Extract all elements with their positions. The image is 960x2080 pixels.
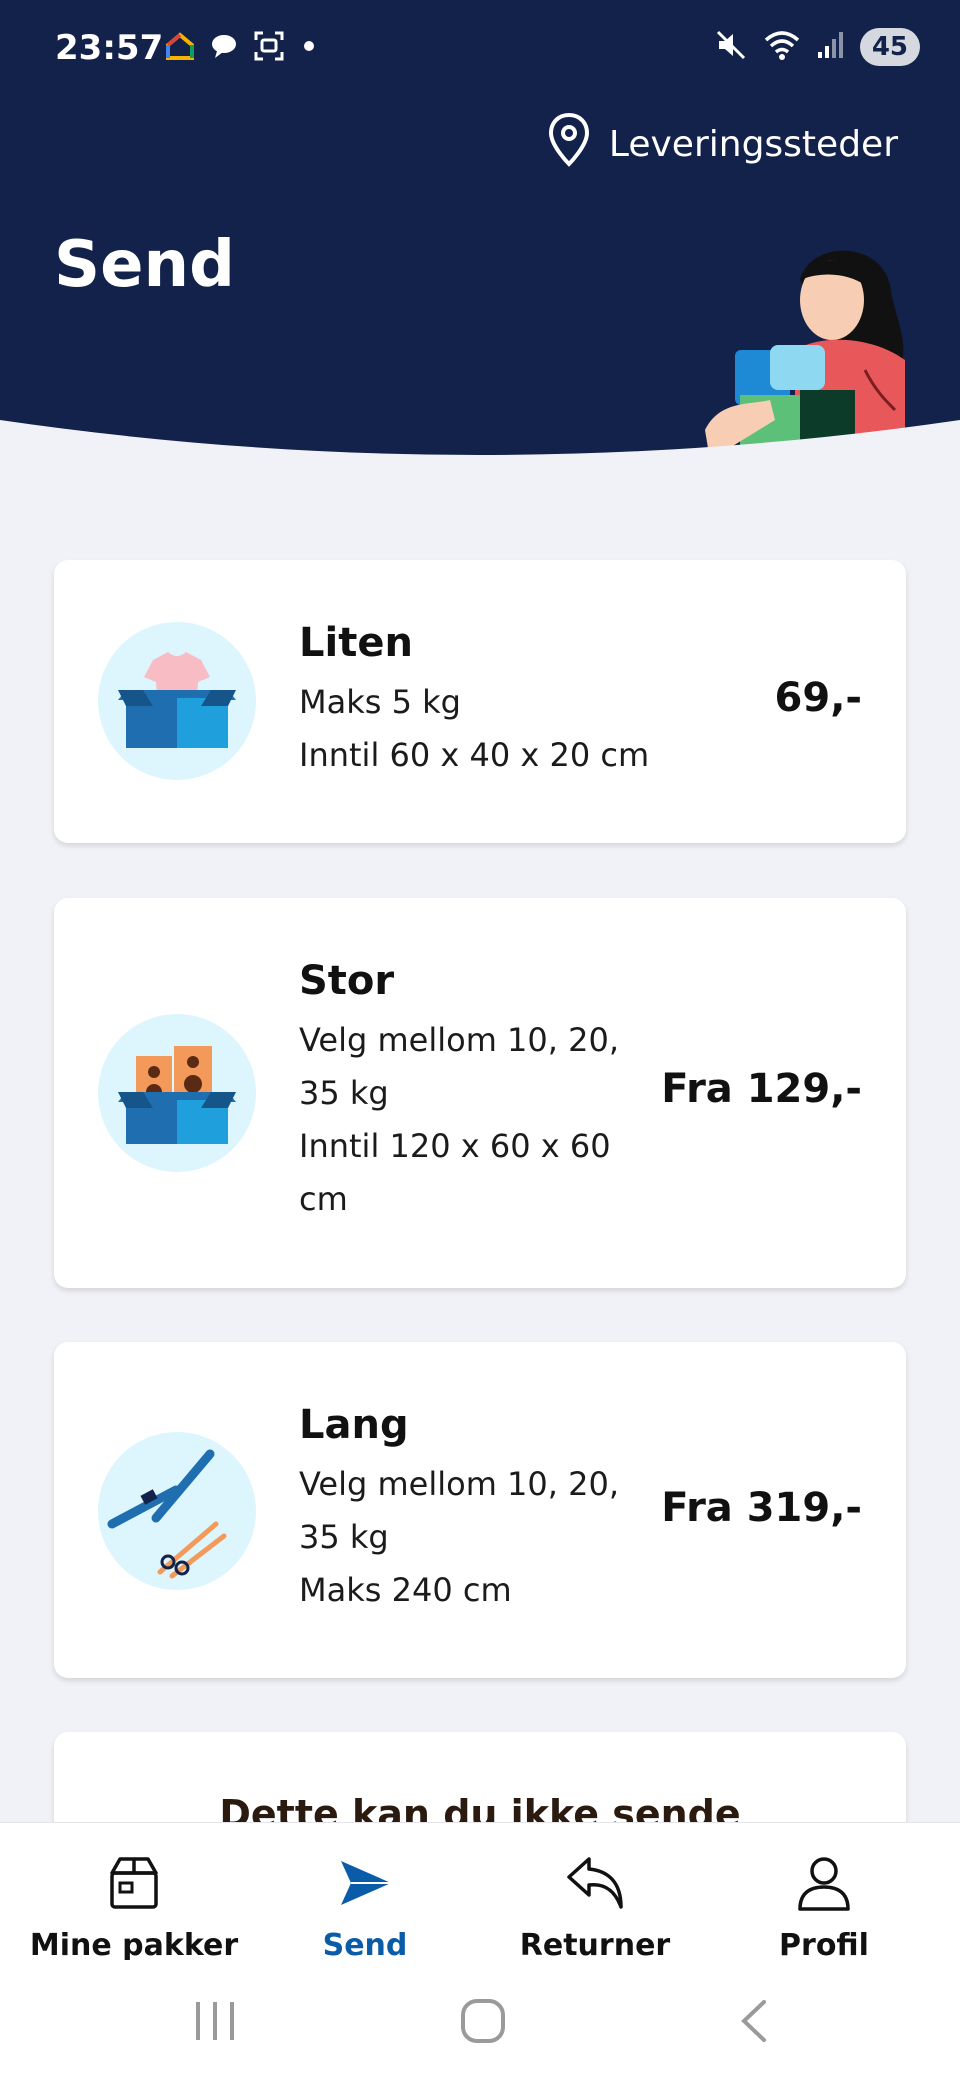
location-pin-icon bbox=[547, 112, 591, 177]
bottom-navigation: Mine pakker Send Returner Profil bbox=[0, 1822, 960, 1963]
card-text: Liten Maks 5 kg Inntil 60 x 40 x 20 cm bbox=[299, 620, 649, 782]
nav-label: Profil bbox=[779, 1928, 869, 1963]
nav-label: Returner bbox=[519, 1928, 671, 1963]
skis-icon bbox=[98, 1432, 256, 1590]
card-detail: 35 kg bbox=[299, 1074, 389, 1112]
chat-icon bbox=[209, 31, 239, 65]
size-card-long[interactable]: Lang Velg mellom 10, 20, 35 kg Maks 240 … bbox=[54, 1342, 906, 1678]
dot-icon bbox=[299, 36, 319, 60]
status-bar: 23:57 45 bbox=[0, 0, 960, 100]
recent-apps-icon[interactable] bbox=[190, 1998, 240, 2044]
card-detail: Maks 5 kg bbox=[299, 683, 461, 721]
page-title: Send bbox=[54, 228, 235, 302]
battery-icon: 45 bbox=[859, 28, 920, 66]
card-price: 69,- bbox=[774, 675, 862, 721]
tshirt-box-icon bbox=[98, 622, 256, 780]
card-price: Fra 319,- bbox=[661, 1485, 862, 1531]
card-detail: Inntil 60 x 40 x 20 cm bbox=[299, 736, 650, 774]
return-icon bbox=[567, 1857, 623, 1909]
card-detail: Maks 240 cm bbox=[299, 1571, 512, 1609]
profile-icon bbox=[798, 1857, 850, 1911]
card-title: Liten bbox=[299, 620, 413, 666]
card-detail: Inntil 120 x 60 x 60 bbox=[299, 1127, 611, 1165]
nav-mine-pakker[interactable]: Mine pakker bbox=[14, 1823, 254, 1963]
nav-profil[interactable]: Profil bbox=[704, 1823, 944, 1963]
size-card-large[interactable]: Stor Velg mellom 10, 20, 35 kg Inntil 12… bbox=[54, 898, 906, 1288]
delivery-locations-link[interactable]: Leveringssteder bbox=[547, 112, 898, 177]
mute-icon bbox=[714, 28, 748, 66]
card-price: Fra 129,- bbox=[661, 1066, 862, 1112]
card-text: Lang Velg mellom 10, 20, 35 kg Maks 240 … bbox=[299, 1402, 619, 1617]
status-time: 23:57 bbox=[55, 28, 164, 68]
screenshot-icon bbox=[253, 30, 285, 66]
card-text: Stor Velg mellom 10, 20, 35 kg Inntil 12… bbox=[299, 958, 619, 1226]
nav-label: Send bbox=[322, 1928, 408, 1963]
card-detail: cm bbox=[299, 1180, 348, 1218]
system-navigation-bar bbox=[0, 1960, 960, 2080]
speakers-box-icon bbox=[98, 1014, 256, 1172]
nav-label: Mine pakker bbox=[29, 1928, 239, 1963]
card-detail: 35 kg bbox=[299, 1518, 389, 1556]
card-detail: Velg mellom 10, 20, bbox=[299, 1465, 619, 1503]
home-app-icon bbox=[165, 31, 195, 65]
status-icons-right: 45 bbox=[714, 28, 920, 66]
wifi-icon bbox=[762, 28, 802, 66]
back-icon[interactable] bbox=[736, 1998, 772, 2044]
delivery-locations-label: Leveringssteder bbox=[608, 124, 898, 165]
card-detail: Velg mellom 10, 20, bbox=[299, 1021, 619, 1059]
card-title: Stor bbox=[299, 958, 395, 1004]
package-icon bbox=[110, 1857, 158, 1909]
size-card-small[interactable]: Liten Maks 5 kg Inntil 60 x 40 x 20 cm 6… bbox=[54, 560, 906, 843]
signal-icon bbox=[816, 30, 846, 64]
nav-returner[interactable]: Returner bbox=[475, 1823, 715, 1963]
send-icon bbox=[341, 1861, 391, 1905]
card-title: Lang bbox=[299, 1402, 409, 1448]
status-icons-left bbox=[165, 30, 319, 66]
header-curve bbox=[0, 420, 960, 500]
home-button-icon[interactable] bbox=[460, 1998, 506, 2044]
nav-send[interactable]: Send bbox=[245, 1823, 485, 1963]
